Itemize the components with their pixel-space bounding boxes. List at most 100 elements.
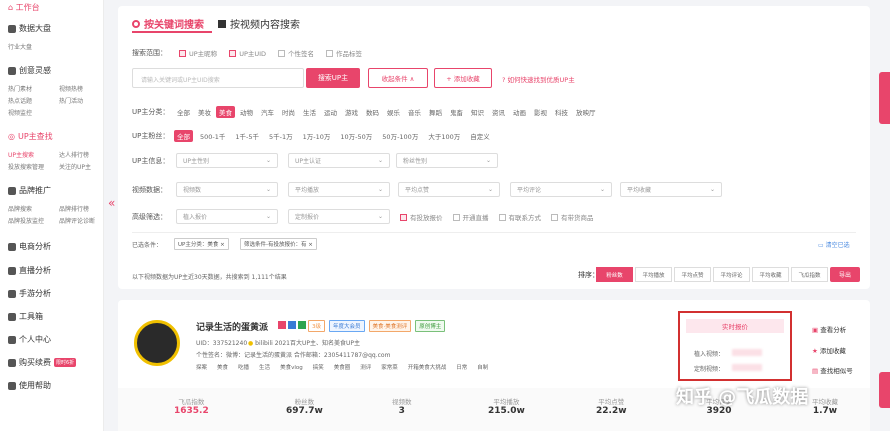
content-tag[interactable]: 生活 (259, 363, 270, 371)
sidebar-section-ideas[interactable]: 创意灵感 (8, 65, 51, 76)
category-chip[interactable]: 舞蹈 (426, 106, 445, 118)
sidebar-workbench[interactable]: ⌂ 工作台 (8, 2, 40, 13)
category-chip[interactable]: 娱乐 (384, 106, 403, 118)
live-checkbox[interactable]: 开通直播 (452, 212, 489, 222)
content-tag[interactable]: 家常菜 (381, 363, 398, 371)
sidebar-menu-renew[interactable]: 购买续费 限时6折 (8, 357, 77, 368)
fans-chip[interactable]: 50万-100万 (379, 130, 421, 142)
fans-chip[interactable]: 5千-1万 (266, 130, 296, 142)
add-favorite-card-button[interactable]: ★ 添加收藏 (812, 345, 846, 355)
video-count-select[interactable]: 视频数 ⌄ (176, 182, 278, 197)
content-tag[interactable]: 探案 (196, 363, 207, 371)
sort-button[interactable]: 飞瓜指数 (791, 267, 828, 282)
avg-play-select[interactable]: 平均播放 ⌄ (288, 182, 390, 197)
quote-title[interactable]: 实时报价 (686, 319, 784, 333)
category-chip[interactable]: 美妆 (195, 106, 214, 118)
sidebar-item-video-monitor[interactable]: 视频监控 (8, 108, 32, 117)
sidebar-item-brand-rank[interactable]: 品牌排行榜 (59, 204, 89, 213)
category-chip[interactable]: 鬼畜 (447, 106, 466, 118)
goods-checkbox[interactable]: 有带货商品 (551, 212, 594, 222)
category-chip[interactable]: 放映厅 (573, 106, 599, 118)
category-chip[interactable]: 科技 (552, 106, 571, 118)
category-chip[interactable]: 动物 (237, 106, 256, 118)
fans-chip[interactable]: 自定义 (467, 130, 493, 142)
view-analysis-button[interactable]: ▣ 查看分析 (812, 324, 846, 334)
sort-button[interactable]: 平均评论 (713, 267, 750, 282)
cert-select[interactable]: UP主认证 ⌄ (288, 153, 390, 168)
category-chip[interactable]: 数码 (363, 106, 382, 118)
sidebar-menu-ecommerce[interactable]: 电商分析 (8, 241, 51, 252)
avg-comment-select[interactable]: 平均评论 ⌄ (510, 182, 612, 197)
sidebar-menu-help[interactable]: 使用帮助 (8, 380, 51, 391)
sort-button[interactable]: 平均播放 (635, 267, 672, 282)
sidebar-item-industry[interactable]: 行业大盘 (8, 42, 32, 51)
content-tag[interactable]: 美食vlog (280, 363, 303, 371)
sidebar-menu-game[interactable]: 手游分析 (8, 288, 51, 299)
sort-button[interactable]: 平均收藏 (752, 267, 789, 282)
sidebar-item-brand-monitor[interactable]: 品牌投放监控 (8, 216, 44, 225)
sort-button[interactable]: 粉丝数 (596, 267, 633, 282)
fans-chip[interactable]: 10万-50万 (337, 130, 375, 142)
category-chip[interactable]: 汽车 (258, 106, 277, 118)
sidebar-menu-live[interactable]: 直播分析 (8, 265, 51, 276)
sidebar-item-hot-activity[interactable]: 热门活动 (59, 96, 83, 105)
fans-chip[interactable]: 1万-10万 (300, 130, 334, 142)
chosen-tag[interactable]: UP主分类：美食 × (174, 238, 229, 250)
sidebar-menu-profile[interactable]: 个人中心 (8, 334, 51, 345)
has-price-checkbox[interactable]: 有投放报价 (400, 212, 443, 222)
up-name[interactable]: 记录生活的蛋黄派 (196, 320, 268, 333)
sidebar-item-brand-search[interactable]: 品牌搜索 (8, 204, 32, 213)
category-chip[interactable]: 游戏 (342, 106, 361, 118)
sort-button[interactable]: 平均点赞 (674, 267, 711, 282)
category-chip[interactable]: 音乐 (405, 106, 424, 118)
category-chip[interactable]: 影视 (531, 106, 550, 118)
category-chip[interactable]: 知识 (468, 106, 487, 118)
side-float-tab[interactable] (879, 372, 890, 408)
fans-chip[interactable]: 500-1千 (197, 130, 228, 142)
search-input[interactable]: 请输入关键词或UP主UID搜索 (132, 68, 304, 88)
collapse-sidebar-icon[interactable]: « (108, 196, 115, 210)
sidebar-item-followed[interactable]: 关注的UP主 (59, 162, 91, 171)
sidebar-item-ad-search[interactable]: 投放搜索管理 (8, 162, 44, 171)
scope-signature-checkbox[interactable]: 个性签名 (278, 48, 314, 58)
category-chip[interactable]: 动画 (510, 106, 529, 118)
content-tag[interactable]: 美食圈 (334, 363, 351, 371)
custom-price-select[interactable]: 定制报价 ⌄ (288, 209, 390, 224)
tab-keyword-search[interactable]: 按关键词搜索 (132, 16, 204, 31)
content-tag[interactable]: 自制 (477, 363, 488, 371)
add-favorite-button[interactable]: + 添加收藏 (434, 68, 492, 88)
collapse-conditions-button[interactable]: 收起条件 ∧ (368, 68, 428, 88)
up-result-card[interactable]: 记录生活的蛋黄派 3级 年度大会员 美食·美食测评 原创博主 UID：33752… (118, 300, 870, 431)
sidebar-item-hot-topic[interactable]: 热点话题 (8, 96, 32, 105)
category-chip[interactable]: 资讯 (489, 106, 508, 118)
sidebar-section-brand[interactable]: 品牌推广 (8, 185, 51, 196)
avatar[interactable] (134, 320, 180, 366)
content-tag[interactable]: 搞笑 (313, 363, 324, 371)
fans-gender-select[interactable]: 粉丝性别 ⌄ (396, 153, 498, 168)
content-tag[interactable]: 吃播 (238, 363, 249, 371)
category-chip[interactable]: 运动 (321, 106, 340, 118)
fans-chip[interactable]: 大于100万 (425, 130, 463, 142)
fans-chip[interactable]: 全部 (174, 130, 193, 142)
scope-nickname-checkbox[interactable]: UP主昵称 (179, 48, 217, 58)
clear-filters-link[interactable]: ▭ 清空已选 (818, 240, 850, 249)
content-tag[interactable]: 美食 (217, 363, 228, 371)
category-chip[interactable]: 美食 (216, 106, 235, 118)
content-tag[interactable]: 测评 (360, 363, 371, 371)
scope-tags-checkbox[interactable]: 作品标签 (326, 48, 362, 58)
sidebar-item-video-rank[interactable]: 视频热榜 (59, 84, 83, 93)
sidebar-item-up-search[interactable]: UP主搜索 (8, 150, 34, 159)
find-similar-button[interactable]: ▤ 查找相似号 (812, 365, 853, 375)
category-chip[interactable]: 生活 (300, 106, 319, 118)
sidebar-item-ranking[interactable]: 达人排行榜 (59, 150, 89, 159)
implant-price-select[interactable]: 植入报价 ⌄ (176, 209, 278, 224)
sidebar-section-dashboard[interactable]: 数据大盘 (8, 23, 51, 34)
category-chip[interactable]: 时尚 (279, 106, 298, 118)
content-tag[interactable]: 日常 (456, 363, 467, 371)
gender-select[interactable]: UP主性别 ⌄ (176, 153, 278, 168)
help-link[interactable]: ? 如何快速找到优质UP主 (502, 74, 575, 84)
scope-uid-checkbox[interactable]: UP主UID (229, 48, 266, 58)
contact-checkbox[interactable]: 有联系方式 (498, 212, 541, 222)
side-float-tab[interactable] (879, 72, 890, 124)
search-up-button[interactable]: 搜索UP主 (306, 68, 360, 88)
